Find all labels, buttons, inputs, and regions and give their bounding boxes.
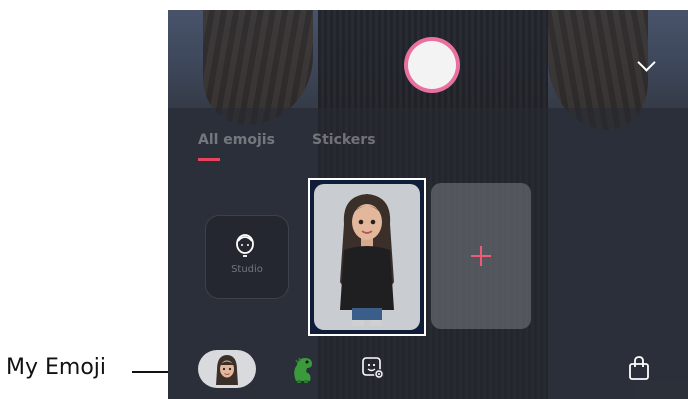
- studio-label: Studio: [231, 264, 263, 275]
- avatar-woman-long-hair-icon: [340, 194, 394, 326]
- avatar-icon: [216, 355, 238, 385]
- tab-stickers[interactable]: Stickers: [312, 132, 376, 148]
- shutter-button[interactable]: [408, 41, 456, 89]
- face-outline-icon: [236, 234, 254, 257]
- sticker-gear-icon[interactable]: [361, 356, 385, 380]
- add-emoji-button[interactable]: [431, 183, 531, 329]
- my-emoji-button[interactable]: [198, 350, 256, 388]
- tab-all-emojis[interactable]: All emojis: [198, 132, 275, 148]
- callout-label: My Emoji: [6, 355, 107, 380]
- tab-active-indicator: [198, 158, 220, 161]
- bottom-toolbar: [168, 343, 688, 399]
- emoji-card-selected[interactable]: [314, 184, 420, 330]
- shopping-bag-icon[interactable]: [627, 355, 651, 381]
- selection-highlight: [308, 178, 426, 336]
- camera-screen: All emojis Stickers Studio: [168, 10, 688, 399]
- studio-button[interactable]: Studio: [205, 215, 289, 299]
- dinosaur-icon[interactable]: [288, 355, 318, 385]
